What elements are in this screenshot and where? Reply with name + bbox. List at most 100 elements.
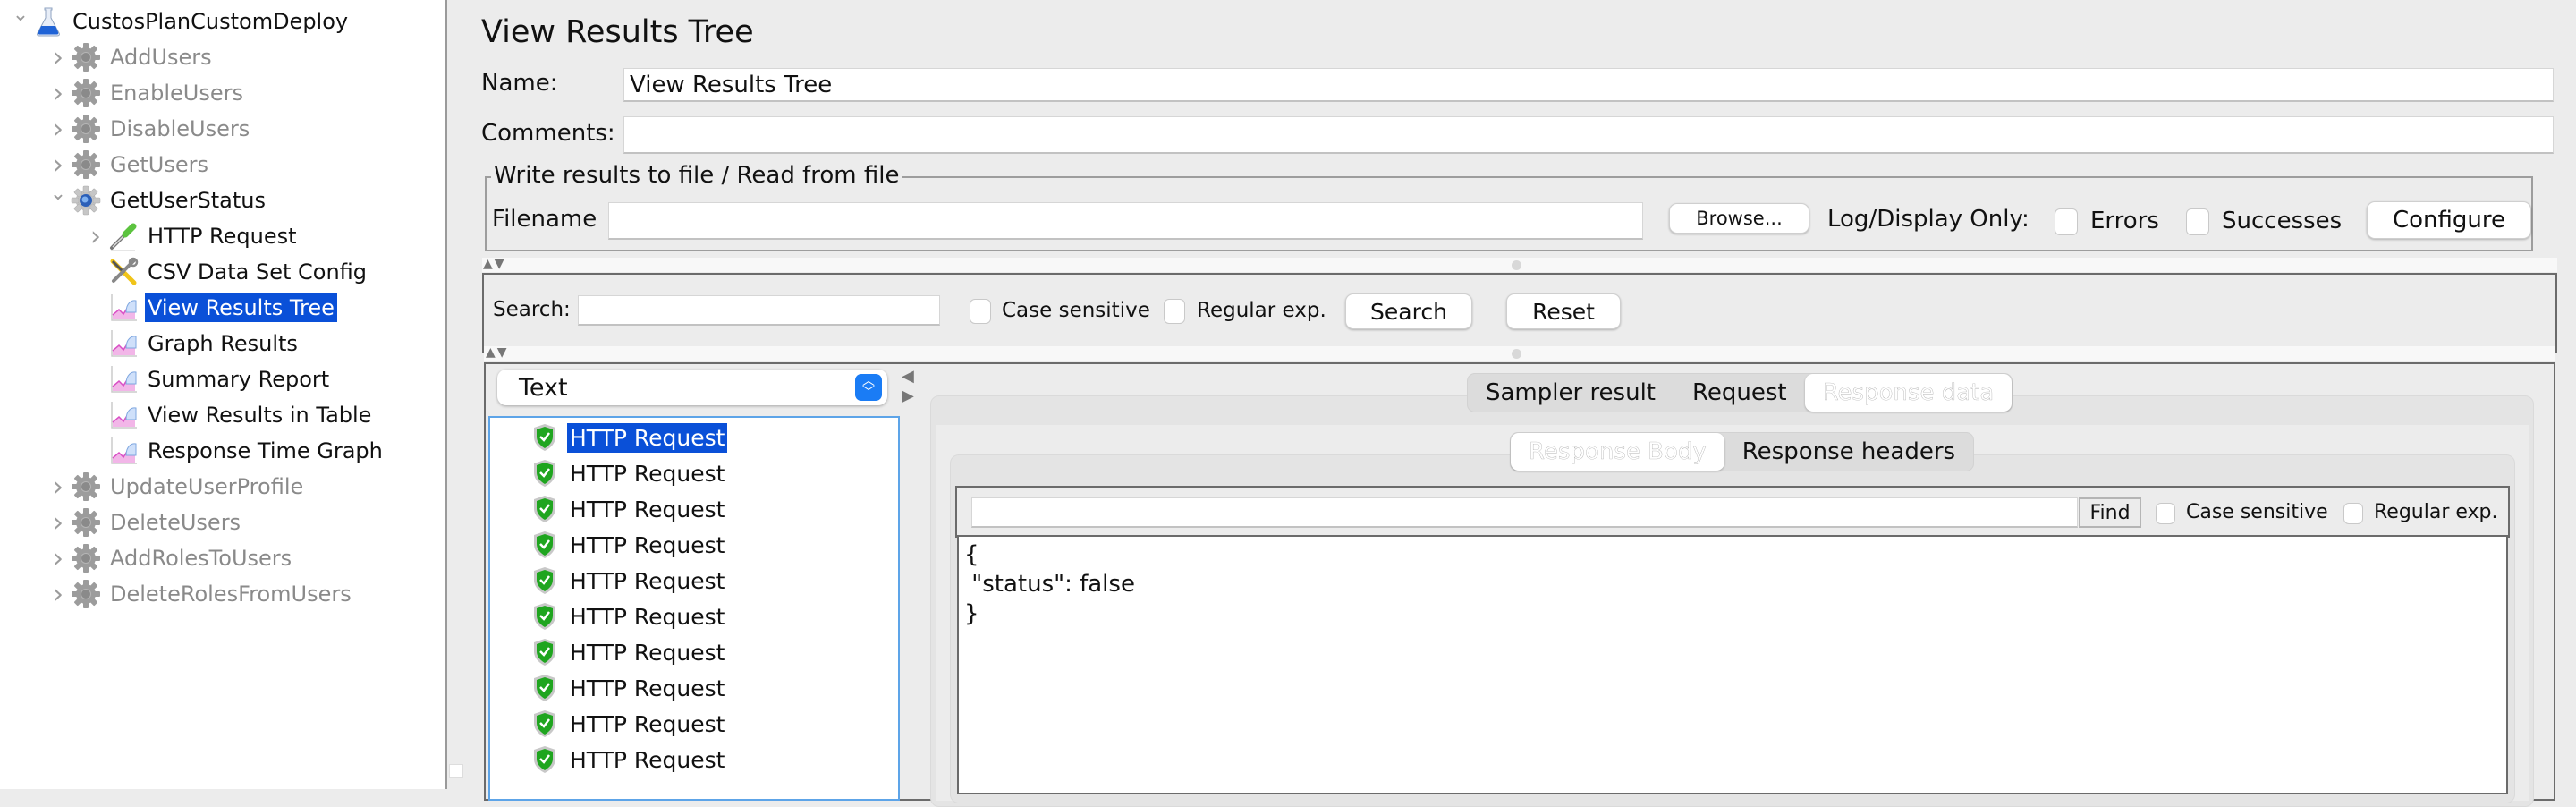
gear-icon [68,576,104,612]
tree-node[interactable]: Response Time Graph [86,433,386,469]
result-item-label: HTTP Request [570,710,725,737]
chevron-down-icon[interactable]: ⌄ [11,4,30,39]
success-shield-icon [531,423,558,452]
tree-node[interactable]: View Results Tree [86,290,337,326]
result-item-label: HTTP Request [567,422,728,453]
horizontal-splitter-arrows-icon[interactable]: ◀ ▶ [902,367,914,406]
tree-node[interactable]: › DeleteRolesFromUsers [48,576,354,612]
search-regex-label: Regular exp. [1197,299,1326,322]
listener-graph-icon [106,326,141,361]
find-case-sensitive-checkbox[interactable] [2156,503,2175,524]
reset-button[interactable]: Reset [1506,293,1621,329]
successes-checkbox[interactable] [2186,208,2209,235]
search-regex-checkbox[interactable] [1164,299,1185,324]
chevron-down-icon[interactable]: ⌄ [48,183,68,218]
gear-icon [68,469,104,505]
chevron-right-icon[interactable]: › [48,469,68,505]
browse-button[interactable]: Browse... [1669,203,1809,234]
name-field[interactable]: View Results Tree [623,68,2554,102]
tree-node[interactable]: Summary Report [86,361,332,397]
listener-graph-icon [106,361,141,397]
response-body-text[interactable]: { "status": false } [957,535,2508,794]
find-input[interactable] [971,497,2078,528]
success-shield-icon [531,745,558,774]
tree-node[interactable]: ⌄ CustosPlanCustomDeploy [11,4,351,39]
result-item[interactable]: HTTP Request [490,706,727,742]
tree-node[interactable]: › AddUsers [48,39,215,75]
errors-checkbox[interactable] [2055,208,2078,235]
tree-node[interactable]: Graph Results [86,326,301,361]
tree-node-label: GetUserStatus [110,188,266,213]
result-item[interactable]: HTTP Request [490,670,727,706]
chevron-right-icon[interactable]: › [48,540,68,576]
result-item-label: HTTP Request [570,603,725,630]
find-button[interactable]: Find [2079,497,2141,528]
result-item[interactable]: HTTP Request [490,599,727,634]
success-shield-icon [531,495,558,523]
tree-node-label: EnableUsers [110,81,243,106]
chevron-right-icon[interactable]: › [86,218,106,254]
search-input[interactable] [578,295,940,326]
filename-field[interactable] [608,202,1643,240]
result-item[interactable]: HTTP Request [490,420,728,455]
splitter-top-grip-icon[interactable] [1512,260,1521,270]
find-regex-checkbox[interactable] [2343,503,2363,524]
tree-node[interactable]: › DeleteUsers [48,505,243,540]
tree-node[interactable]: › HTTP Request [86,218,300,254]
results-list[interactable]: HTTP Request HTTP Request HTTP Request HTTP… [488,416,900,801]
splitter-middle-arrows-icon[interactable]: ▲▼ [486,345,509,360]
tree-node-label: CSV Data Set Config [148,259,368,285]
test-plan-tree[interactable]: ⌄ CustosPlanCustomDeploy › AddUsers › EnableU… [0,0,447,789]
tab-response-data[interactable]: Response data [1804,374,2012,412]
success-shield-icon [531,531,558,559]
result-item[interactable]: HTTP Request [490,527,727,563]
result-item-label: HTTP Request [570,746,725,773]
chevron-right-icon[interactable]: › [48,505,68,540]
search-label: Search: [493,298,571,321]
tree-node[interactable]: View Results in Table [86,397,374,433]
filename-label: Filename [492,206,597,233]
tab-sampler-result[interactable]: Sampler result [1468,374,1674,412]
tree-node[interactable]: › AddRolesToUsers [48,540,294,576]
result-item[interactable]: HTTP Request [490,455,727,491]
chevron-right-icon[interactable]: › [48,39,68,75]
comments-field[interactable] [623,116,2554,154]
chevron-right-icon[interactable]: › [48,111,68,147]
gear-icon [68,505,104,540]
result-item[interactable]: HTTP Request [490,634,727,670]
tree-node[interactable]: CSV Data Set Config [86,254,369,290]
tree-node[interactable]: › GetUsers [48,147,211,183]
name-label: Name: [481,70,558,97]
tree-node[interactable]: › UpdateUserProfile [48,469,306,505]
renderer-select[interactable]: Text ︿ ﹀ [497,370,887,405]
result-item[interactable]: HTTP Request [490,491,727,527]
tree-node-label: Response Time Graph [148,438,383,463]
gear-icon [68,540,104,576]
chevron-right-icon[interactable]: › [48,75,68,111]
result-item-label: HTTP Request [570,675,725,701]
tab-request[interactable]: Request [1674,374,1805,412]
gear-icon [68,111,104,147]
result-item[interactable]: HTTP Request [490,563,727,599]
tree-node[interactable]: › EnableUsers [48,75,246,111]
success-shield-icon [531,566,558,595]
success-shield-icon [531,709,558,738]
configure-button[interactable]: Configure [2367,201,2531,239]
tools-icon [106,254,141,290]
subtab-response-body[interactable]: Response Body [1511,433,1724,471]
chevron-right-icon[interactable]: › [48,576,68,612]
chevron-right-icon[interactable]: › [48,147,68,183]
search-button[interactable]: Search [1345,293,1472,329]
log-display-label: Log/Display Only: [1827,206,2029,233]
result-item[interactable]: HTTP Request [490,742,727,777]
corner-handle-icon[interactable] [449,764,463,778]
subtab-response-headers[interactable]: Response headers [1724,433,1973,471]
tree-node-label: UpdateUserProfile [110,474,304,499]
splitter-top-arrows-icon[interactable]: ▲▼ [483,257,506,271]
tree-node[interactable]: ⌄ GetUserStatus [48,183,268,218]
tree-node[interactable]: › DisableUsers [48,111,252,147]
search-case-sensitive-checkbox[interactable] [970,299,991,324]
splitter-middle-grip-icon[interactable] [1512,349,1521,359]
